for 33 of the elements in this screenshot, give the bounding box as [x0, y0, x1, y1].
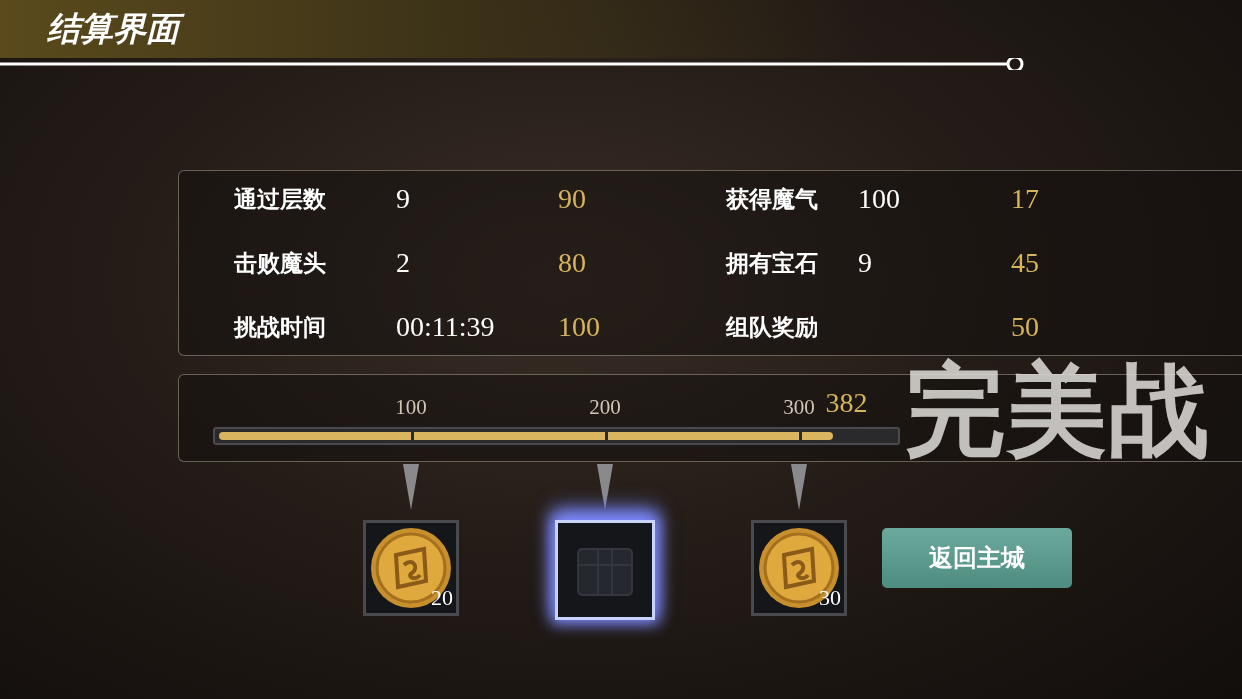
stamp-text: 完美战 [905, 350, 1211, 470]
stat-value: 9 [396, 182, 411, 216]
stat-points: 90 [558, 182, 587, 216]
stat-points: 17 [1011, 182, 1040, 216]
score-total: 382 [825, 387, 868, 419]
reward-count: 20 [431, 585, 453, 611]
milestone-label: 100 [395, 395, 427, 420]
stat-value: 00:11:39 [396, 310, 496, 344]
stat-label: 击败魔头 [234, 248, 327, 278]
stat-label: 通过层数 [234, 184, 327, 214]
stat-label: 获得魔气 [726, 184, 819, 214]
reward-slot[interactable] [555, 520, 655, 620]
stat-label: 拥有宝石 [726, 248, 819, 278]
stat-value: 9 [858, 246, 873, 280]
milestone-label: 200 [589, 395, 621, 420]
pointer-icon [597, 464, 613, 510]
screen-title: 结算界面 [45, 7, 187, 51]
stat-points: 50 [1011, 310, 1040, 344]
reward-slot[interactable]: 30 [751, 520, 847, 616]
pointer-icon [791, 464, 807, 510]
milestone-label: 300 [783, 395, 815, 420]
coin-icon [368, 525, 454, 611]
stat-points: 80 [558, 246, 587, 280]
reward-slot[interactable]: 20 [363, 520, 459, 616]
stat-value: 100 [858, 182, 901, 216]
pointer-icon [403, 464, 419, 510]
stat-label: 挑战时间 [234, 312, 327, 342]
coin-icon [756, 525, 842, 611]
stat-value: 2 [396, 246, 411, 280]
reward-count: 30 [819, 585, 841, 611]
stat-points: 45 [1011, 246, 1040, 280]
stat-points: 100 [558, 310, 601, 344]
stat-label: 组队奖励 [726, 312, 819, 342]
